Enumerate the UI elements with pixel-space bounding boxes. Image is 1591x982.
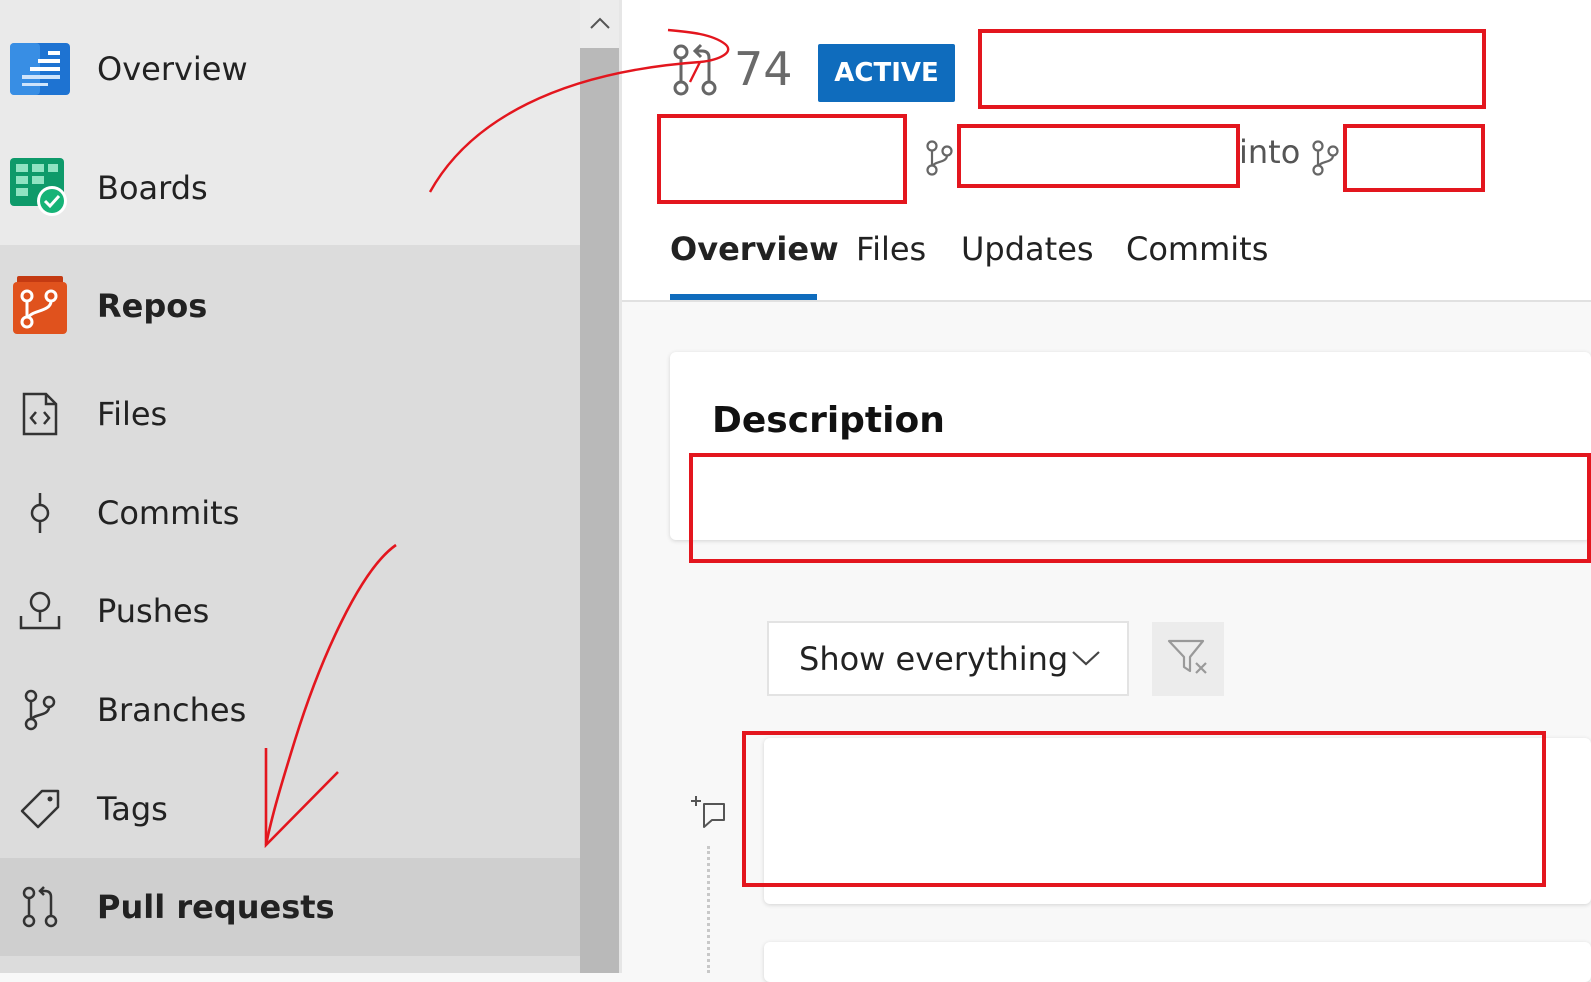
sidebar-item-label: Commits xyxy=(97,494,240,532)
sidebar-item-branches[interactable]: Branches xyxy=(0,661,580,759)
branch-icon xyxy=(10,680,70,740)
sidebar-item-repos[interactable]: Repos xyxy=(0,257,580,355)
status-badge: ACTIVE xyxy=(818,44,955,102)
pull-request-page: 74 ACTIVE into Overview Files Updates Co… xyxy=(622,0,1591,982)
sidebar-item-label: Boards xyxy=(97,169,208,207)
chevron-up-icon xyxy=(589,15,611,34)
into-label: into xyxy=(1239,133,1301,171)
sidebar-item-tags[interactable]: Tags xyxy=(0,760,580,858)
redacted-author xyxy=(657,114,907,204)
branch-icon xyxy=(924,139,954,177)
pull-request-icon xyxy=(10,877,70,937)
left-navigation: Overview Boards Repos Files Commits Push… xyxy=(0,0,580,973)
active-tab-indicator xyxy=(670,294,817,300)
redacted-comment xyxy=(742,731,1546,887)
scroll-up-button[interactable] xyxy=(580,0,619,48)
file-code-icon xyxy=(10,384,70,444)
tag-icon xyxy=(10,779,70,839)
sidebar-item-label: Branches xyxy=(97,691,247,729)
tab-files[interactable]: Files xyxy=(856,230,926,268)
pull-request-icon xyxy=(670,42,720,98)
tab-overview[interactable]: Overview xyxy=(670,230,839,268)
sidebar-item-boards[interactable]: Boards xyxy=(0,139,580,237)
repos-icon xyxy=(10,276,70,336)
pr-number: 74 xyxy=(734,42,793,96)
sidebar-item-label: Files xyxy=(97,395,168,433)
redacted-source-branch xyxy=(957,124,1240,188)
filter-selected-value: Show everything xyxy=(799,639,1069,678)
pr-header: 74 ACTIVE into Overview Files Updates Co… xyxy=(622,0,1591,302)
branch-icon xyxy=(1310,139,1340,177)
comment-thread-card xyxy=(764,942,1591,982)
sidebar-item-label: Tags xyxy=(97,790,168,828)
sidebar-item-commits[interactable]: Commits xyxy=(0,464,580,562)
thread-connector xyxy=(707,846,710,973)
chevron-down-icon xyxy=(1071,649,1101,671)
sidebar-item-files[interactable]: Files xyxy=(0,365,580,463)
boards-icon xyxy=(10,158,70,218)
redacted-description xyxy=(689,453,1591,563)
sidebar-item-overview[interactable]: Overview xyxy=(0,20,580,118)
commit-icon xyxy=(10,483,70,543)
redacted-target-branch xyxy=(1343,124,1485,192)
add-comment-icon[interactable] xyxy=(690,794,726,830)
sidebar-item-label: Overview xyxy=(97,50,248,88)
sidebar-scrollbar[interactable] xyxy=(580,0,619,973)
push-icon xyxy=(10,581,70,641)
description-title: Description xyxy=(712,400,945,441)
tab-updates[interactable]: Updates xyxy=(961,230,1094,268)
sidebar-item-pull-requests[interactable]: Pull requests xyxy=(0,858,580,956)
sidebar-item-label: Pull requests xyxy=(97,888,335,926)
redacted-pr-title xyxy=(978,29,1486,109)
overview-icon xyxy=(10,39,70,99)
clear-filter-button[interactable] xyxy=(1152,622,1224,696)
activity-filter-dropdown[interactable]: Show everything xyxy=(767,621,1129,696)
sidebar-item-label: Pushes xyxy=(97,592,210,630)
sidebar-item-label: Repos xyxy=(97,287,208,325)
sidebar-item-pushes[interactable]: Pushes xyxy=(0,562,580,660)
filter-clear-icon xyxy=(1166,637,1210,681)
tab-commits[interactable]: Commits xyxy=(1126,230,1268,268)
